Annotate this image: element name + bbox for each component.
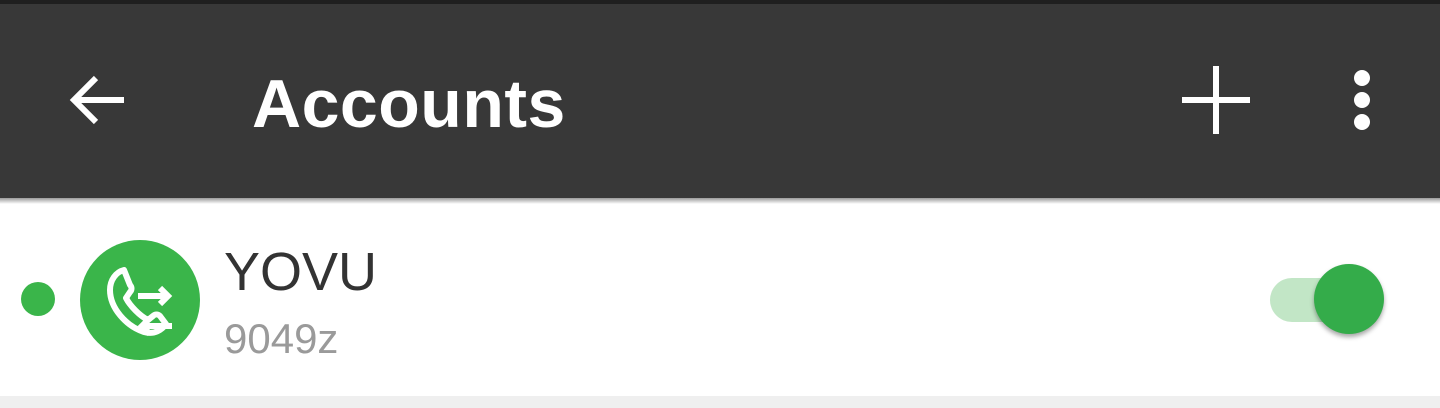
avatar bbox=[80, 240, 200, 360]
back-button[interactable] bbox=[50, 52, 146, 148]
add-account-button[interactable] bbox=[1168, 52, 1264, 148]
account-name: YOVU bbox=[224, 242, 378, 302]
page-title: Accounts bbox=[252, 66, 566, 142]
more-options-button[interactable] bbox=[1314, 52, 1410, 148]
account-row[interactable] bbox=[0, 204, 1440, 396]
toggle-thumb bbox=[1314, 264, 1384, 334]
account-enabled-toggle[interactable] bbox=[1268, 262, 1388, 334]
arrow-back-icon bbox=[69, 75, 124, 125]
account-username: 9049z bbox=[224, 315, 339, 362]
plus-icon bbox=[1182, 66, 1250, 134]
more-vert-icon bbox=[1354, 70, 1370, 130]
phone-transfer-icon bbox=[107, 267, 173, 337]
status-dot bbox=[21, 282, 55, 316]
list-divider bbox=[0, 396, 1440, 408]
